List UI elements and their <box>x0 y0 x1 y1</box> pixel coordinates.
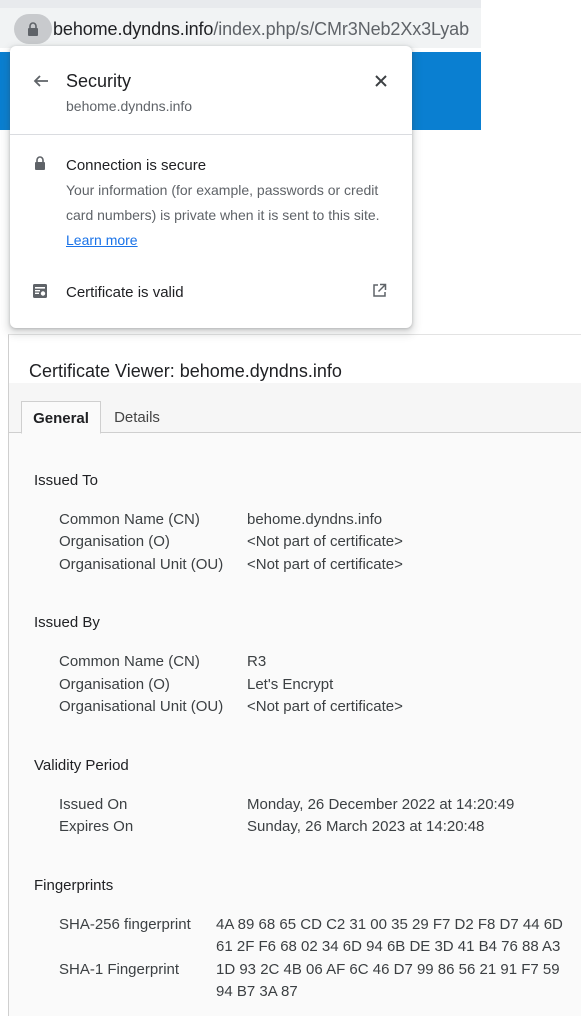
viewer-title: Certificate Viewer: behome.dyndns.info <box>29 361 342 381</box>
url-host: behome.dyndns.info <box>53 19 214 39</box>
back-button[interactable] <box>30 70 52 92</box>
viewer-tabs: General Details <box>9 383 581 434</box>
field-label: Issued On <box>59 796 128 813</box>
divider <box>10 134 412 135</box>
close-button[interactable] <box>370 70 392 92</box>
connection-status-title: Connection is secure <box>66 157 207 174</box>
field-label: Organisational Unit (OU) <box>59 698 224 715</box>
close-icon <box>375 75 387 87</box>
field-value: R3 <box>247 653 267 670</box>
section-issued-by: Issued By <box>34 614 100 631</box>
field-value: Sunday, 26 March 2023 at 14:20:48 <box>247 818 485 835</box>
lock-icon <box>28 22 38 36</box>
field-value: <Not part of certificate> <box>247 556 403 573</box>
site-info-button[interactable] <box>14 14 52 44</box>
tab-details[interactable]: Details <box>105 401 169 434</box>
field-label: SHA-1 Fingerprint <box>59 961 180 978</box>
browser-tab-strip <box>0 0 481 8</box>
url-text[interactable]: behome.dyndns.info/index.php/s/CMr3Neb2X… <box>53 17 469 41</box>
field-value: behome.dyndns.info <box>247 511 383 528</box>
url-path: /index.php/s/CMr3Neb2Xx3Lyab <box>213 19 470 39</box>
certificate-label: Certificate is valid <box>66 284 184 301</box>
field-label: Organisation (O) <box>59 533 170 550</box>
popup-subtitle: behome.dyndns.info <box>66 98 193 114</box>
certificate-viewer: Certificate Viewer: behome.dyndns.info G… <box>8 334 581 1016</box>
sha1-fingerprint-value: 1D 93 2C 4B 06 AF 6C 46 D7 99 86 56 21 9… <box>216 961 560 1000</box>
popup-title: Security <box>66 71 132 91</box>
certificate-icon <box>33 284 47 298</box>
security-popup: Security behome.dyndns.info Connection i… <box>10 46 412 328</box>
learn-more-link[interactable]: Learn more <box>66 232 138 248</box>
connection-description-text: Your information (for example, passwords… <box>66 182 380 223</box>
field-label: SHA-256 fingerprint <box>59 916 191 933</box>
section-validity-period: Validity Period <box>34 757 129 774</box>
field-label: Organisation (O) <box>59 676 170 693</box>
field-label: Common Name (CN) <box>59 511 200 528</box>
field-value: Let's Encrypt <box>247 676 334 693</box>
connection-description: Your information (for example, passwords… <box>66 178 396 253</box>
arrow-back-icon <box>33 75 48 87</box>
certificate-row[interactable]: Certificate is valid <box>10 278 412 308</box>
field-label: Common Name (CN) <box>59 653 200 670</box>
lock-icon <box>35 156 45 170</box>
field-value: <Not part of certificate> <box>247 698 403 715</box>
field-value: Monday, 26 December 2022 at 14:20:49 <box>247 796 515 813</box>
tab-general[interactable]: General <box>21 401 101 434</box>
field-value: <Not part of certificate> <box>247 533 403 550</box>
sha256-fingerprint-value: 4A 89 68 65 CD C2 31 00 35 29 F7 D2 F8 D… <box>216 916 563 955</box>
open-external-icon <box>373 283 387 297</box>
section-fingerprints: Fingerprints <box>34 877 114 894</box>
field-label: Organisational Unit (OU) <box>59 556 224 573</box>
section-issued-to: Issued To <box>34 472 98 489</box>
field-label: Expires On <box>59 818 134 835</box>
